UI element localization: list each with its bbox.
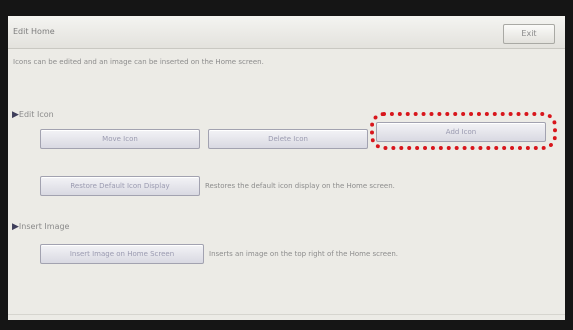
- exit-button[interactable]: Exit: [503, 24, 555, 44]
- insert-image-heading: ▶Insert Image: [12, 222, 69, 232]
- delete-icon-button[interactable]: Delete Icon: [208, 129, 368, 149]
- edit-icon-heading-label: Edit Icon: [18, 110, 54, 119]
- screen-description: Icons can be edited and an image can be …: [13, 58, 264, 66]
- insert-image-button[interactable]: Insert Image on Home Screen: [40, 244, 204, 264]
- divider: [8, 314, 565, 315]
- insert-image-description: Inserts an image on the top right of the…: [209, 250, 399, 258]
- restore-description: Restores the default icon display on the…: [205, 182, 395, 190]
- move-icon-button[interactable]: Move Icon: [40, 129, 200, 149]
- restore-default-icon-display-button[interactable]: Restore Default Icon Display: [40, 176, 200, 196]
- insert-image-heading-label: Insert Image: [18, 222, 70, 231]
- window-title: Edit Home: [13, 27, 55, 36]
- touch-screen: Edit Home Exit Icons can be edited and a…: [8, 16, 565, 320]
- edit-icon-heading: ▶Edit Icon: [12, 110, 54, 120]
- triangle-right-icon: ▶: [12, 110, 19, 120]
- title-bar: Edit Home Exit: [8, 16, 565, 49]
- triangle-right-icon: ▶: [12, 222, 19, 232]
- highlight-circle: [370, 112, 557, 150]
- device-bezel: Edit Home Exit Icons can be edited and a…: [0, 0, 573, 330]
